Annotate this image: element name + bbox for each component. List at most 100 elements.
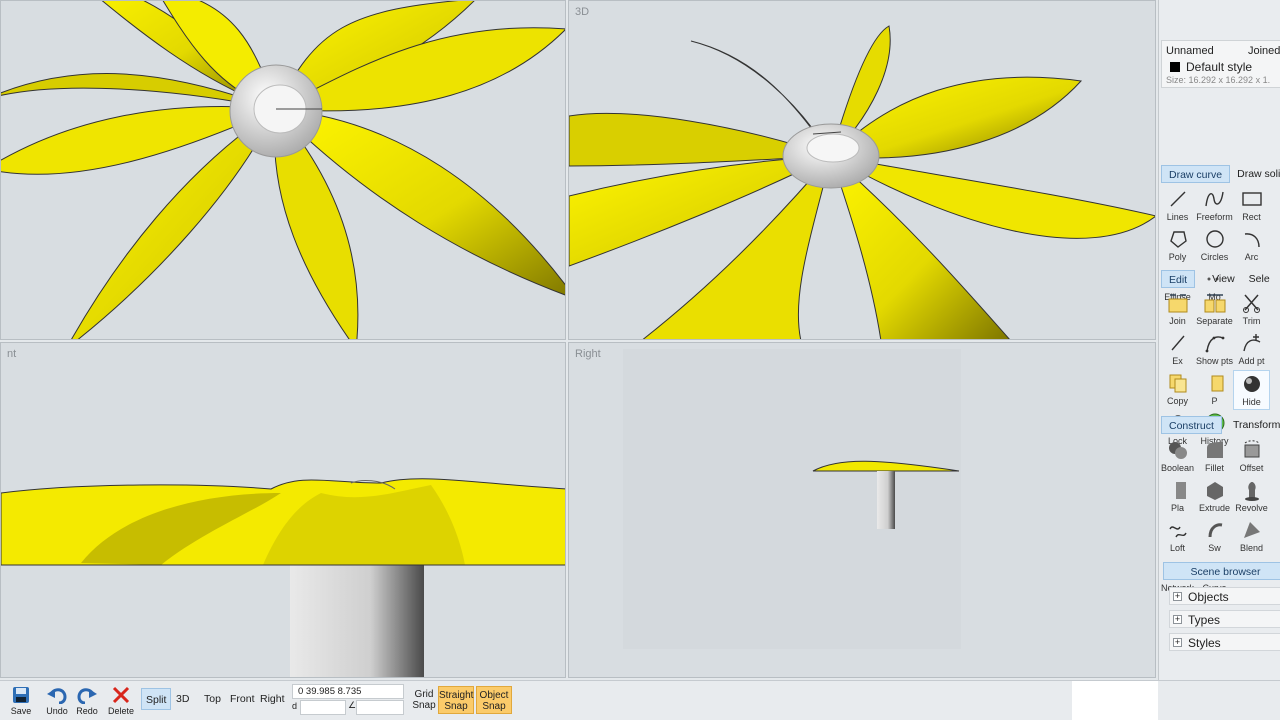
loft-button[interactable]: Loft xyxy=(1159,517,1196,557)
circle-icon xyxy=(1203,228,1227,250)
line-icon xyxy=(1166,188,1190,210)
flower-top-view xyxy=(1,1,565,339)
freeform-button[interactable]: Freeform xyxy=(1196,186,1233,226)
add-point-icon xyxy=(1240,332,1264,354)
boolean-icon xyxy=(1166,439,1190,461)
angle-label: ∠ xyxy=(348,700,357,710)
copy-icon xyxy=(1166,372,1190,394)
hide-button[interactable]: Hide xyxy=(1233,370,1270,410)
grid-snap-toggle[interactable]: Grid Snap xyxy=(406,686,442,714)
paste-button[interactable]: P xyxy=(1196,370,1233,410)
expand-icon[interactable]: + xyxy=(1173,592,1182,601)
circles-button[interactable]: Circles xyxy=(1196,226,1233,266)
command-palette: Unnamed Joined Default style Size: 16.29… xyxy=(1158,0,1280,720)
tab-construct[interactable]: Construct xyxy=(1161,416,1222,434)
straight-snap-toggle[interactable]: Straight Snap xyxy=(438,686,474,714)
join-button[interactable]: Join xyxy=(1159,290,1196,330)
tab-edit[interactable]: Edit xyxy=(1161,270,1196,288)
size-readout: Size: 16.292 x 16.292 x 1. xyxy=(1166,75,1271,85)
viewport-label: nt xyxy=(7,348,17,360)
viewport-3d[interactable]: 3D xyxy=(568,0,1156,340)
polygon-icon xyxy=(1166,228,1190,250)
sphere-icon xyxy=(1240,373,1264,395)
coordinate-input: 0 39.985 8.735 d ∠ xyxy=(292,683,404,717)
edit-tabs: Edit View Sele xyxy=(1161,270,1280,288)
status-area xyxy=(1072,681,1158,720)
fillet-button[interactable]: Fillet xyxy=(1196,437,1233,477)
viewport-label: Right xyxy=(575,348,601,360)
fillet-icon xyxy=(1203,439,1227,461)
revolve-button[interactable]: Revolve xyxy=(1233,477,1270,517)
boolean-button[interactable]: Boolean xyxy=(1159,437,1196,477)
viewport-label: 3D xyxy=(575,6,590,18)
scissors-icon xyxy=(1240,292,1264,314)
polygon-button[interactable]: Poly xyxy=(1159,226,1196,266)
sweep-button[interactable]: Sw xyxy=(1196,517,1233,557)
show-pts-button[interactable]: Show pts xyxy=(1196,330,1233,370)
tab-select[interactable]: Sele xyxy=(1242,270,1277,288)
bottom-toolbar: Save Undo Redo Delete Split 3D Top Front… xyxy=(0,680,1280,720)
loft-icon xyxy=(1166,519,1190,541)
arc-icon xyxy=(1240,228,1264,250)
distance-field[interactable] xyxy=(300,700,346,715)
show-points-icon xyxy=(1203,332,1227,354)
object-name[interactable]: Unnamed xyxy=(1166,45,1214,57)
xyz-readout[interactable]: 0 39.985 8.735 xyxy=(292,684,404,699)
blend-button[interactable]: Blend xyxy=(1233,517,1270,557)
sweep-icon xyxy=(1203,519,1227,541)
save-icon xyxy=(13,687,29,703)
tab-transform[interactable]: Transform xyxy=(1226,416,1280,434)
view-top-button[interactable]: Top xyxy=(200,688,225,710)
tree-item-objects[interactable]: + Objects xyxy=(1169,587,1280,605)
undo-button[interactable]: Undo xyxy=(42,681,72,720)
lines-button[interactable]: Lines xyxy=(1159,186,1196,226)
draw-tabs: Draw curve Draw soli xyxy=(1161,165,1280,183)
extend-button[interactable]: Ex xyxy=(1159,330,1196,370)
style-swatch[interactable] xyxy=(1170,62,1180,72)
trim-button[interactable]: Trim xyxy=(1233,290,1270,330)
expand-icon[interactable]: + xyxy=(1173,615,1182,624)
style-dropdown[interactable]: Default style xyxy=(1186,60,1252,74)
tab-view[interactable]: View xyxy=(1205,270,1242,288)
view-right-button[interactable]: Right xyxy=(256,688,289,710)
object-snap-toggle[interactable]: Object Snap xyxy=(476,686,512,714)
moi3d-window: 3D nt Right Unnamed Joined Default style… xyxy=(0,0,1280,720)
extrude-icon xyxy=(1203,479,1227,501)
viewport-right[interactable]: Right xyxy=(568,342,1156,678)
rect-button[interactable]: Rect xyxy=(1233,186,1270,226)
delete-button[interactable]: Delete xyxy=(106,681,136,720)
rectangle-icon xyxy=(1240,188,1264,210)
tab-draw-curve[interactable]: Draw curve xyxy=(1161,165,1231,183)
copy-button[interactable]: Copy xyxy=(1159,370,1196,410)
extend-icon xyxy=(1166,332,1190,354)
arc-button[interactable]: Arc xyxy=(1233,226,1270,266)
separate-button[interactable]: Separate xyxy=(1196,290,1233,330)
angle-field[interactable] xyxy=(356,700,404,715)
tree-item-styles[interactable]: + Styles xyxy=(1169,633,1280,651)
blend-icon xyxy=(1240,519,1264,541)
save-button[interactable]: Save xyxy=(6,681,36,720)
expand-icon[interactable]: + xyxy=(1173,638,1182,647)
redo-icon xyxy=(77,688,97,704)
extrude-button[interactable]: Extrude xyxy=(1196,477,1233,517)
redo-button[interactable]: Redo xyxy=(72,681,102,720)
view-split-button[interactable]: Split xyxy=(141,688,172,710)
freeform-icon xyxy=(1203,188,1227,210)
view-3d-button[interactable]: 3D xyxy=(172,688,193,710)
distance-label: d xyxy=(292,701,298,711)
planar-icon xyxy=(1166,479,1190,501)
paste-icon xyxy=(1203,372,1227,394)
view-front-button[interactable]: Front xyxy=(226,688,259,710)
flower-front-view xyxy=(1,478,565,677)
add-pt-button[interactable]: Add pt xyxy=(1233,330,1270,370)
flower-perspective-view xyxy=(569,25,1155,339)
tab-draw-solid[interactable]: Draw soli xyxy=(1230,165,1280,183)
offset-button[interactable]: Offset xyxy=(1233,437,1270,477)
tree-item-types[interactable]: + Types xyxy=(1169,610,1280,628)
properties-panel: Unnamed Joined Default style Size: 16.29… xyxy=(1161,40,1280,88)
scene-browser-button[interactable]: Scene browser xyxy=(1163,562,1280,580)
planar-button[interactable]: Pla xyxy=(1159,477,1196,517)
viewport-front[interactable]: nt xyxy=(0,342,566,678)
undo-icon xyxy=(47,688,67,704)
viewport-top[interactable] xyxy=(0,0,566,340)
